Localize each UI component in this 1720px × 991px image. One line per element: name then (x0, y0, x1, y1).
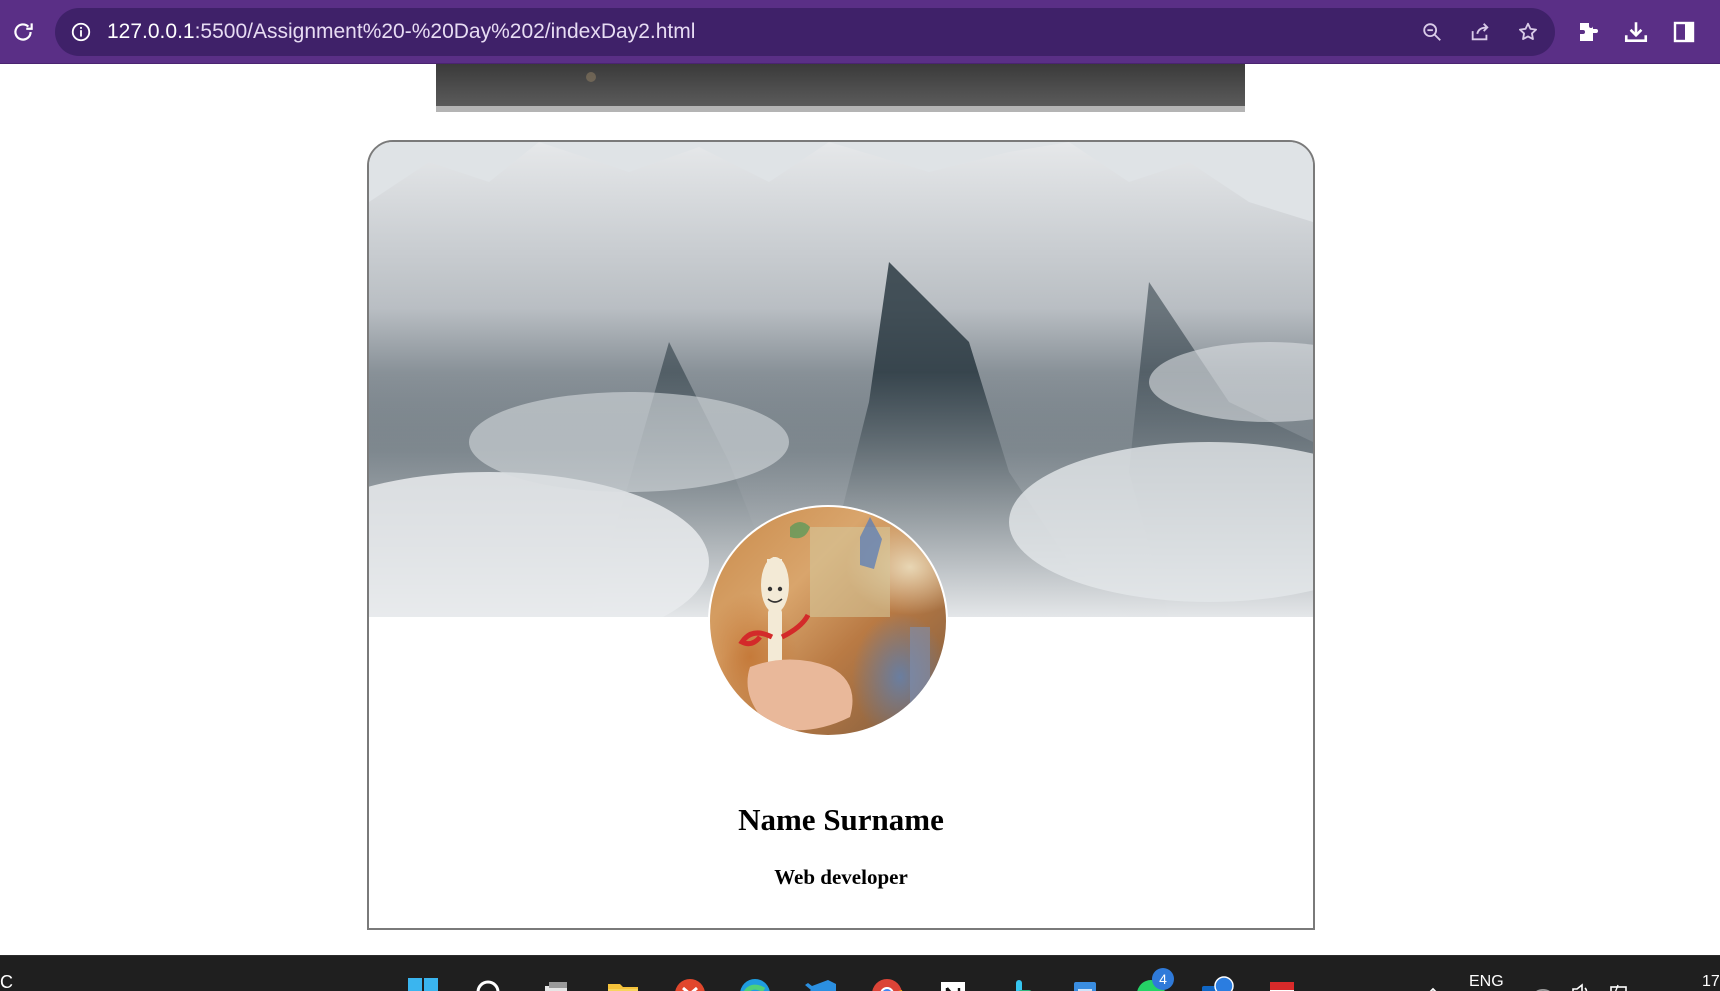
windows-taskbar: C 4 ENG 17 (0, 955, 1720, 991)
whatsapp-badge: 4 (1152, 968, 1174, 990)
image-detail (586, 72, 596, 82)
browser-toolbar: 127.0.0.1:5500/Assignment%20-%20Day%202/… (0, 0, 1720, 64)
edge-icon[interactable] (738, 976, 772, 991)
download-icon[interactable] (1621, 17, 1651, 47)
forky-photo (738, 517, 930, 731)
zoom-icon[interactable] (1420, 20, 1444, 44)
language-indicator[interactable]: ENG (1469, 973, 1504, 991)
file-explorer-icon[interactable] (606, 976, 640, 991)
chrome-icon[interactable] (870, 976, 904, 991)
notion-icon[interactable] (936, 976, 970, 991)
share-icon[interactable] (1468, 20, 1492, 44)
reload-icon[interactable] (8, 17, 38, 47)
notepad-icon[interactable] (1068, 976, 1102, 991)
windows-start-icon[interactable] (406, 976, 440, 991)
taskbar-edge-text: C (0, 972, 13, 991)
avatar (708, 505, 948, 737)
address-bar[interactable]: 127.0.0.1:5500/Assignment%20-%20Day%202/… (55, 8, 1555, 56)
wifi-icon[interactable] (1530, 978, 1556, 991)
slack-icon[interactable] (1002, 976, 1036, 991)
bookmark-star-icon[interactable] (1516, 20, 1540, 44)
profile-role: Web developer (774, 865, 908, 889)
side-panel-icon[interactable] (1669, 17, 1699, 47)
outlook-icon[interactable] (1200, 976, 1234, 991)
show-hidden-icons-chevron-icon[interactable] (1420, 978, 1446, 991)
clock[interactable]: 17 (1702, 973, 1720, 991)
acrobat-icon[interactable] (1266, 976, 1300, 991)
xampp-icon[interactable] (673, 976, 707, 991)
url-host: 127.0.0.1 (107, 20, 195, 43)
site-info-icon[interactable] (69, 20, 93, 44)
extensions-icon[interactable] (1573, 17, 1603, 47)
url-path: :5500/Assignment%20-%20Day%202/indexDay2… (194, 20, 696, 43)
vscode-icon[interactable] (804, 976, 838, 991)
profile-card: Name Surname Web developer (367, 140, 1315, 930)
url-text[interactable]: 127.0.0.1:5500/Assignment%20-%20Day%202/… (107, 8, 695, 56)
search-icon[interactable] (472, 976, 506, 991)
battery-icon[interactable] (1606, 978, 1632, 991)
profile-name: Name Surname (738, 802, 944, 837)
task-view-icon[interactable] (539, 976, 573, 991)
previous-section-image (436, 64, 1245, 112)
volume-icon[interactable] (1568, 978, 1594, 991)
